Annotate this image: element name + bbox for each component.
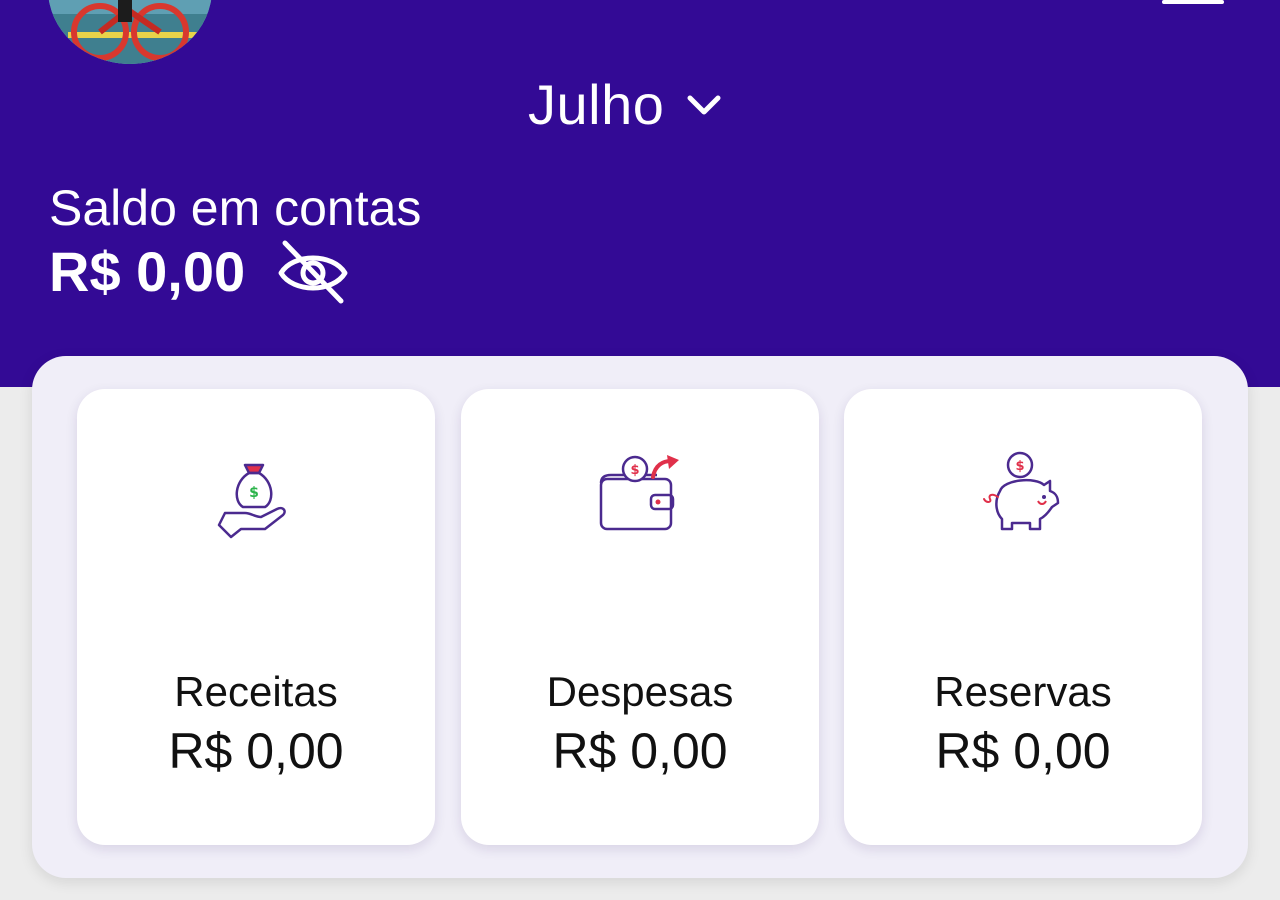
card-value: R$ 0,00 <box>168 723 344 779</box>
money-bag-hand-icon: $ <box>211 451 301 541</box>
card-title: Despesas <box>546 668 734 715</box>
chevron-down-icon <box>686 93 722 117</box>
avatar[interactable] <box>48 0 212 64</box>
card-despesas[interactable]: $ Despesas R$ 0,00 <box>461 389 819 845</box>
wallet-icon: $ <box>595 451 685 541</box>
card-receitas[interactable]: $ Receitas R$ 0,00 <box>77 389 435 845</box>
card-title: Receitas <box>174 668 338 715</box>
balance-label: Saldo em contas <box>49 180 422 236</box>
month-selector[interactable]: Julho <box>528 70 722 140</box>
svg-text:$: $ <box>1015 459 1024 474</box>
card-value: R$ 0,00 <box>552 723 728 779</box>
summary-panel: $ Receitas R$ 0,00 $ Despesas R$ 0,00 $ … <box>32 356 1248 878</box>
piggy-bank-icon: $ <box>978 451 1068 541</box>
balance-value: R$ 0,00 <box>49 240 246 303</box>
menu-icon[interactable] <box>1162 0 1224 4</box>
card-title: Reservas <box>934 668 1112 715</box>
eye-off-icon[interactable] <box>277 237 349 307</box>
card-reservas[interactable]: $ Reservas R$ 0,00 <box>844 389 1202 845</box>
month-label: Julho <box>528 73 665 136</box>
card-value: R$ 0,00 <box>935 723 1111 779</box>
header: Julho Saldo em contas R$ 0,00 <box>0 0 1280 387</box>
svg-text:$: $ <box>249 485 259 501</box>
svg-text:$: $ <box>630 463 639 478</box>
